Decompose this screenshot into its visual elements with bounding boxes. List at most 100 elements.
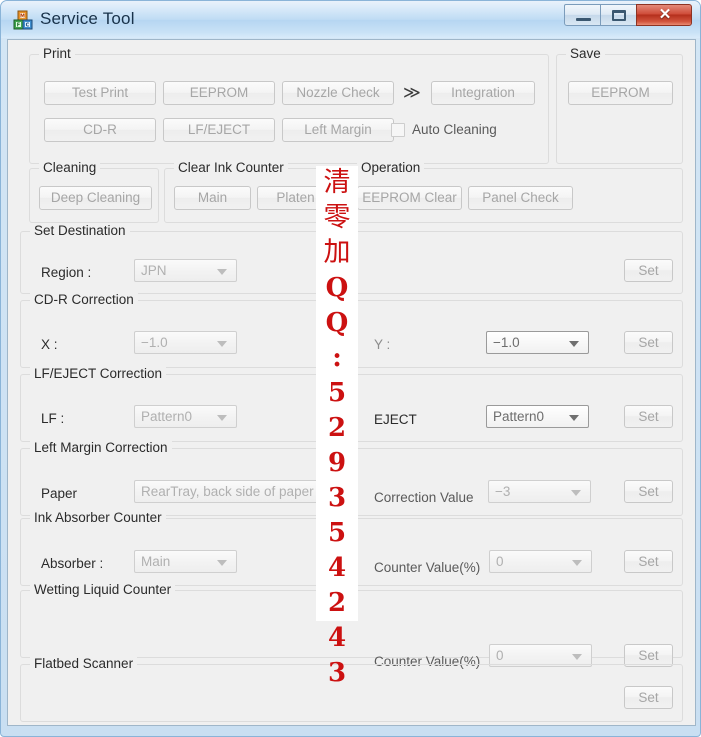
group-operation: Operation EEPROM Clear Panel Check <box>347 160 683 223</box>
ink-absorber-set-button[interactable]: Set <box>624 550 673 573</box>
close-button[interactable]: ✕ <box>636 4 692 26</box>
watermark-char: 清 <box>323 167 351 198</box>
group-save-legend: Save <box>566 46 605 61</box>
cd-r-button[interactable]: CD-R <box>44 118 156 142</box>
eject-value: Pattern0 <box>493 409 545 424</box>
left-margin-button[interactable]: Left Margin <box>282 118 394 142</box>
group-flatbed-scanner-legend: Flatbed Scanner <box>30 656 138 671</box>
lf-label: LF : <box>41 411 65 426</box>
eject-label: EJECT <box>374 412 417 427</box>
minimize-button[interactable] <box>564 4 601 26</box>
set-destination-set-button[interactable]: Set <box>624 259 673 282</box>
svg-text:F: F <box>17 23 20 29</box>
watermark-char: 2 <box>327 588 347 618</box>
absorber-counter-value: 0 <box>496 554 504 569</box>
svg-text:M: M <box>20 14 25 20</box>
cdr-correction-set-button[interactable]: Set <box>624 331 673 354</box>
clear-ink-main-button[interactable]: Main <box>174 186 251 210</box>
absorber-value: Main <box>141 554 171 569</box>
absorber-counter-select[interactable]: 0 <box>489 550 592 573</box>
group-save: Save EEPROM <box>556 46 683 164</box>
flatbed-scanner-set-button[interactable]: Set <box>624 686 673 709</box>
group-cleaning-legend: Cleaning <box>39 160 101 175</box>
left-margin-set-button[interactable]: Set <box>624 480 673 503</box>
absorber-counter-label: Counter Value(%) <box>374 560 481 575</box>
close-icon: ✕ <box>658 6 672 23</box>
group-clear-ink-counter-legend: Clear Ink Counter <box>174 160 288 175</box>
chevron-right-icon: ≫ <box>403 83 421 102</box>
group-wetting-liquid-counter-legend: Wetting Liquid Counter <box>30 582 176 597</box>
watermark-char: Q <box>325 273 349 303</box>
group-operation-legend: Operation <box>357 160 425 175</box>
svg-text:C: C <box>26 23 30 29</box>
group-ink-absorber-counter-legend: Ink Absorber Counter <box>30 510 166 525</box>
group-cleaning: Cleaning Deep Cleaning <box>29 160 159 223</box>
chevron-down-icon <box>571 490 581 496</box>
group-print: Print Test Print EEPROM Nozzle Check ≫ I… <box>29 46 549 164</box>
chevron-down-icon <box>569 415 579 421</box>
eeprom-print-button[interactable]: EEPROM <box>163 81 275 105</box>
save-eeprom-button[interactable]: EEPROM <box>568 81 673 105</box>
group-left-margin-correction-legend: Left Margin Correction <box>30 440 172 455</box>
watermark-char: 5 <box>327 378 347 408</box>
blocks-icon: M F C <box>13 10 33 30</box>
group-print-legend: Print <box>39 46 75 61</box>
paper-value: RearTray, back side of paper <box>141 484 314 499</box>
cdr-y-label: Y : <box>374 337 391 352</box>
paper-label: Paper <box>41 486 78 501</box>
nozzle-check-button[interactable]: Nozzle Check <box>282 81 394 105</box>
eject-select[interactable]: Pattern0 <box>486 405 589 428</box>
watermark-char: 5 <box>327 518 347 548</box>
lf-select[interactable]: Pattern0 <box>134 405 237 428</box>
cdr-x-select[interactable]: −1.0 <box>134 331 237 354</box>
chevron-down-icon <box>569 341 579 347</box>
cdr-y-value: −1.0 <box>493 335 520 350</box>
window-title: Service Tool <box>40 9 135 28</box>
chevron-down-icon <box>217 560 227 566</box>
watermark-char: 9 <box>327 448 347 478</box>
chevron-down-icon <box>217 269 227 275</box>
chevron-down-icon <box>572 560 582 566</box>
eeprom-clear-button[interactable]: EEPROM Clear <box>357 186 462 210</box>
deep-cleaning-button[interactable]: Deep Cleaning <box>39 186 152 210</box>
auto-cleaning-checkbox[interactable] <box>391 123 405 137</box>
watermark-char: 4 <box>327 553 347 583</box>
chevron-down-icon <box>572 654 582 660</box>
paper-select[interactable]: RearTray, back side of paper <box>134 480 342 503</box>
panel-check-button[interactable]: Panel Check <box>468 186 573 210</box>
correction-value: −3 <box>495 484 511 499</box>
correction-value-label: Correction Value <box>374 490 474 505</box>
group-set-destination-legend: Set Destination <box>30 223 130 238</box>
watermark-char: 3 <box>327 658 347 688</box>
lf-eject-button[interactable]: LF/EJECT <box>163 118 275 142</box>
absorber-label: Absorber : <box>41 556 104 571</box>
cdr-y-select[interactable]: −1.0 <box>486 331 589 354</box>
watermark-char: 3 <box>327 483 347 513</box>
watermark-char: 2 <box>327 413 347 443</box>
minimize-icon <box>576 18 591 21</box>
watermark-overlay: 清零加QQ:529354243 <box>316 166 358 688</box>
watermark-char: 4 <box>327 623 347 653</box>
lf-eject-set-button[interactable]: Set <box>624 405 673 428</box>
watermark-char: Q <box>325 308 349 338</box>
wetting-counter-value: 0 <box>496 648 504 663</box>
cdr-x-label: X : <box>41 337 58 352</box>
test-print-button[interactable]: Test Print <box>44 81 156 105</box>
region-value: JPN <box>141 263 167 278</box>
integration-button[interactable]: Integration <box>431 81 535 105</box>
service-tool-window: M F C Service Tool ✕ Print Test Print EE… <box>0 0 701 737</box>
region-label: Region : <box>41 265 92 280</box>
watermark-char: 加 <box>323 237 351 268</box>
chevron-down-icon <box>217 341 227 347</box>
group-cdr-correction-legend: CD-R Correction <box>30 292 138 307</box>
lf-value: Pattern0 <box>141 409 193 424</box>
title-bar[interactable]: M F C Service Tool ✕ <box>1 1 700 38</box>
maximize-icon <box>612 10 626 21</box>
absorber-select[interactable]: Main <box>134 550 237 573</box>
watermark-char: : <box>332 343 342 373</box>
region-select[interactable]: JPN <box>134 259 237 282</box>
correction-value-select[interactable]: −3 <box>488 480 591 503</box>
chevron-down-icon <box>217 415 227 421</box>
cdr-x-value: −1.0 <box>141 335 168 350</box>
maximize-button[interactable] <box>600 4 637 26</box>
